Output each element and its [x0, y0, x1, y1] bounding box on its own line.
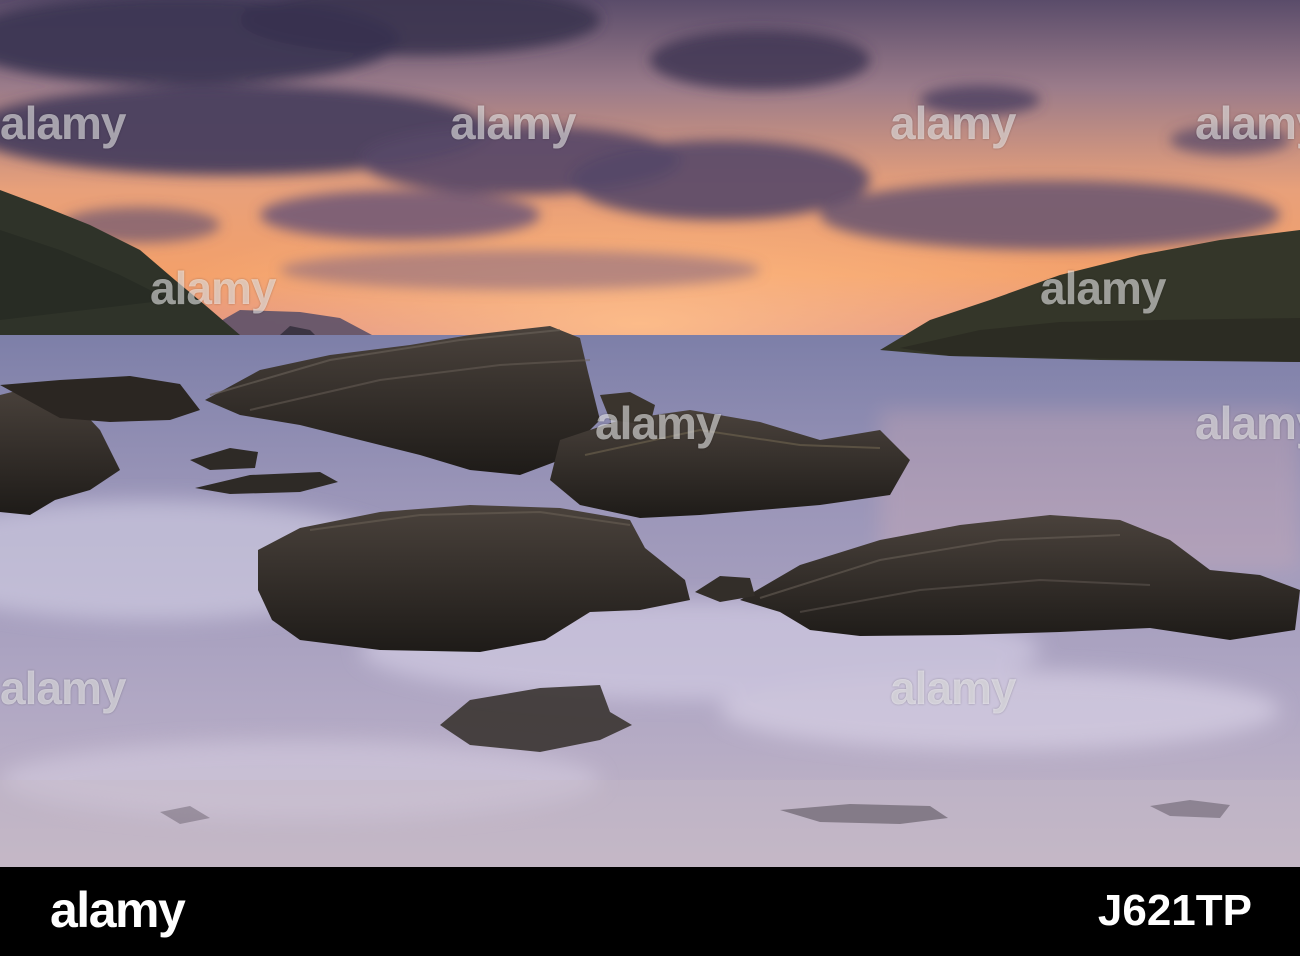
stock-photo: alamy alamy alamy alamy alamy alamy alam…	[0, 0, 1300, 867]
image-id-label: J621TP	[1097, 886, 1252, 935]
footer-bar: alamy J621TP	[0, 867, 1300, 956]
foreground-shore	[0, 780, 1300, 867]
alamy-logo[interactable]: alamy	[50, 885, 186, 935]
seascape-photo	[0, 0, 1300, 867]
